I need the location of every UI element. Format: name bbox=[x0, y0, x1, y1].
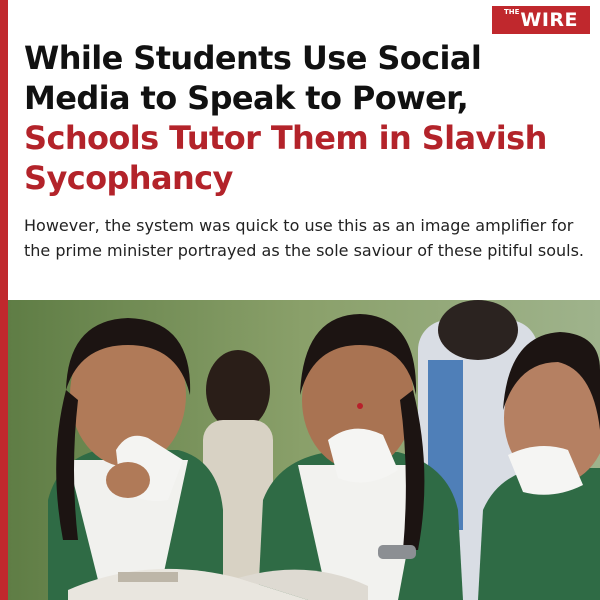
headline-accent: Schools Tutor Them in Slavish Sycophancy bbox=[24, 119, 547, 197]
students-illustration bbox=[8, 300, 600, 600]
hero-photo bbox=[8, 300, 600, 600]
subheadline: However, the system was quick to use thi… bbox=[24, 216, 585, 260]
headline-main: While Students Use Social Media to Speak… bbox=[24, 39, 482, 117]
logo-name: WIRE bbox=[520, 9, 578, 31]
logo-prefix: THE bbox=[503, 8, 520, 16]
the-wire-logo[interactable]: THE WIRE bbox=[491, 6, 590, 34]
headline: While Students Use Social Media to Speak… bbox=[24, 38, 594, 198]
left-accent-bar bbox=[0, 0, 8, 600]
